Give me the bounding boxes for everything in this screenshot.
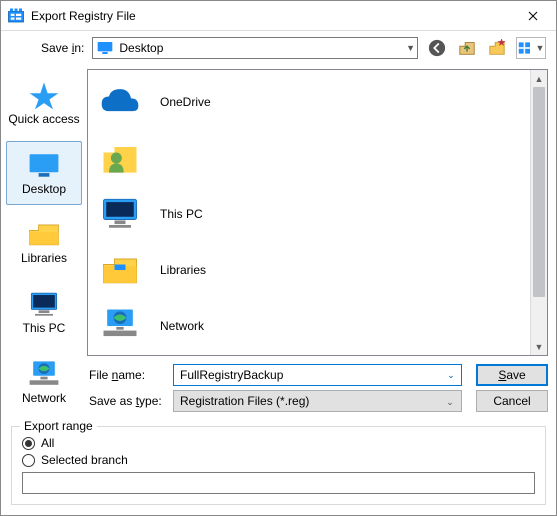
back-icon (428, 39, 446, 57)
savetype-combo[interactable]: Registration Files (*.reg) ⌄ (173, 390, 462, 412)
radio-all-label: All (41, 436, 54, 450)
place-network[interactable]: Network (6, 350, 82, 414)
filename-input[interactable] (173, 364, 462, 386)
list-item[interactable]: This PC (94, 186, 524, 242)
user-icon (98, 138, 142, 178)
quickaccess-icon (26, 80, 62, 110)
dialog-title: Export Registry File (31, 9, 510, 23)
item-label: Libraries (160, 263, 206, 277)
svg-text:★: ★ (497, 39, 506, 49)
new-folder-icon: ★ (488, 39, 506, 57)
savein-combo[interactable]: Desktop ▼ (92, 37, 418, 59)
cancel-button[interactable]: Cancel (476, 390, 548, 412)
list-item[interactable]: Network (94, 298, 524, 354)
registry-icon (7, 7, 25, 25)
filename-row: File name: ⌄ Save (87, 362, 556, 388)
item-label: This PC (160, 207, 203, 221)
back-button[interactable] (426, 37, 448, 59)
savetype-label: Save as type: (87, 394, 167, 408)
desktop-icon (97, 41, 113, 55)
radio-all[interactable] (22, 437, 35, 450)
close-button[interactable] (510, 1, 556, 31)
export-registry-dialog: Export Registry File Save in: Desktop ▼ … (0, 0, 557, 516)
network-icon (26, 359, 62, 389)
chevron-down-icon[interactable]: ⌄ (442, 366, 460, 384)
chevron-down-icon: ▼ (536, 43, 545, 53)
places-bar: Quick access Desktop Libraries This PC N… (1, 65, 87, 420)
dialog-body: Quick access Desktop Libraries This PC N… (1, 65, 556, 420)
savein-label: Save in: (41, 41, 84, 55)
vertical-scrollbar[interactable]: ▲ ▼ (530, 70, 547, 355)
right-pane: OneDrive This PC Libraries (87, 65, 556, 420)
thispc-icon (98, 194, 142, 234)
place-quickaccess[interactable]: Quick access (6, 71, 82, 135)
place-label: This PC (23, 321, 66, 335)
radio-selected-branch[interactable] (22, 454, 35, 467)
radio-all-row[interactable]: All (22, 436, 535, 450)
savein-value: Desktop (119, 41, 163, 55)
item-label: OneDrive (160, 95, 211, 109)
export-range-group: Export range All Selected branch (11, 426, 546, 505)
place-label: Desktop (22, 182, 66, 196)
place-thispc[interactable]: This PC (6, 280, 82, 344)
place-label: Libraries (21, 251, 67, 265)
place-label: Network (22, 391, 66, 405)
place-label: Quick access (8, 112, 79, 126)
new-folder-button[interactable]: ★ (486, 37, 508, 59)
list-item[interactable]: Libraries (94, 242, 524, 298)
view-icon (518, 41, 534, 55)
selected-branch-input[interactable] (22, 472, 535, 494)
chevron-down-icon: ⌄ (441, 393, 459, 411)
savetype-row: Save as type: Registration Files (*.reg)… (87, 388, 556, 414)
radio-selected-row[interactable]: Selected branch (22, 453, 535, 467)
scroll-up-button[interactable]: ▲ (531, 70, 547, 87)
libraries-icon (98, 250, 142, 290)
file-list-pane[interactable]: OneDrive This PC Libraries (87, 69, 548, 356)
save-button[interactable]: Save (476, 364, 548, 386)
place-desktop[interactable]: Desktop (6, 141, 82, 205)
libraries-icon (26, 219, 62, 249)
titlebar: Export Registry File (1, 1, 556, 31)
scroll-down-button[interactable]: ▼ (531, 338, 547, 355)
savein-toolbar: Save in: Desktop ▼ ★ ▼ (1, 31, 556, 65)
desktop-icon (26, 150, 62, 180)
list-item[interactable] (94, 130, 524, 186)
chevron-down-icon: ▼ (406, 43, 415, 53)
radio-selected-label: Selected branch (41, 453, 128, 467)
up-button[interactable] (456, 37, 478, 59)
savetype-value: Registration Files (*.reg) (180, 394, 309, 408)
file-list: OneDrive This PC Libraries (88, 70, 530, 355)
scroll-thumb[interactable] (533, 87, 545, 297)
up-icon (458, 39, 476, 57)
view-menu-button[interactable]: ▼ (516, 37, 546, 59)
filename-label: File name: (87, 368, 167, 382)
network-icon (98, 306, 142, 346)
thispc-icon (26, 289, 62, 319)
close-icon (528, 11, 538, 21)
place-libraries[interactable]: Libraries (6, 211, 82, 275)
list-item[interactable]: OneDrive (94, 74, 524, 130)
onedrive-icon (98, 82, 142, 122)
export-range-legend: Export range (20, 419, 97, 433)
item-label: Network (160, 319, 204, 333)
